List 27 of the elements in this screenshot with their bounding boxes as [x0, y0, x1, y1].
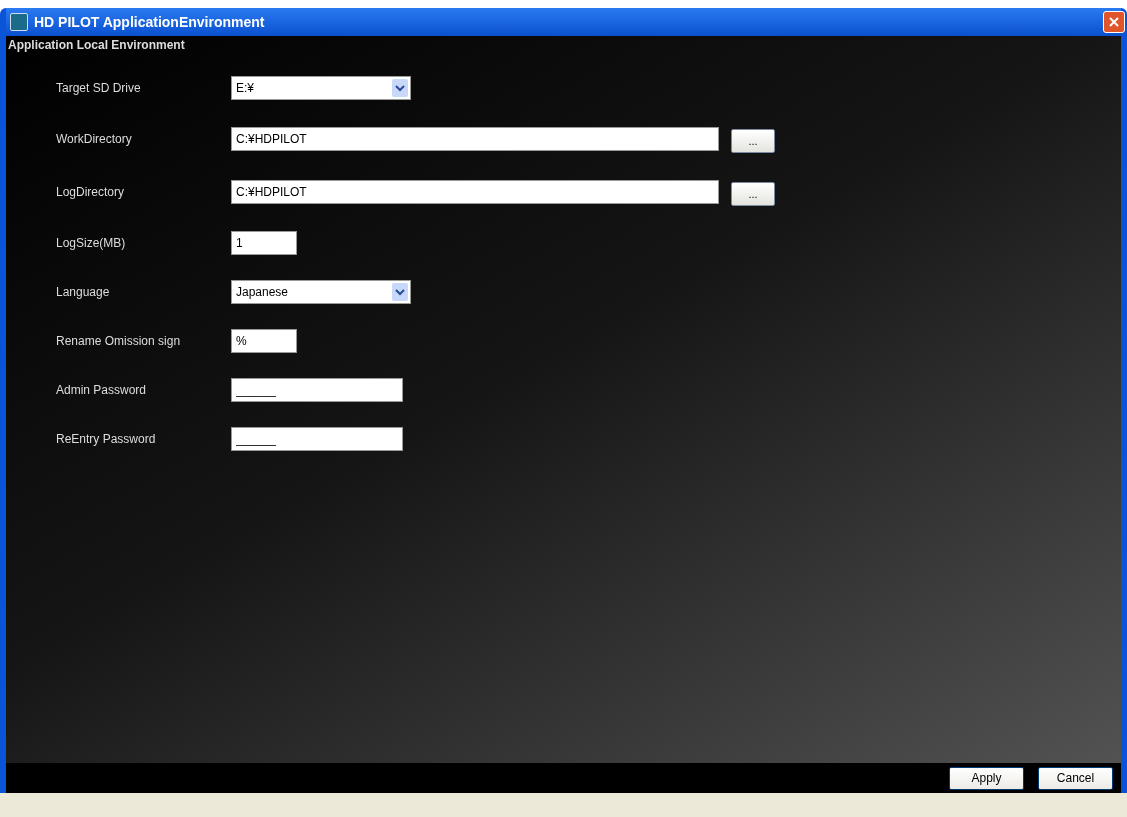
window-title: HD PILOT ApplicationEnvironment	[34, 14, 266, 30]
section-title: Application Local Environment	[7, 37, 186, 54]
field-label: ReEntry Password	[56, 432, 157, 446]
field-label: Admin Password	[56, 383, 148, 397]
password-field[interactable]: ______	[231, 378, 403, 402]
browse-button[interactable]: ...	[731, 182, 775, 206]
field-label: Target SD Drive	[56, 81, 142, 95]
dropdown[interactable]: E:¥	[231, 76, 411, 100]
app-icon	[10, 13, 28, 31]
input-field[interactable]: C:¥HDPILOT	[231, 180, 719, 204]
dialog-button[interactable]: Apply	[949, 766, 1024, 790]
input-field[interactable]: 1	[231, 231, 297, 255]
field-label: Language	[56, 285, 111, 299]
field-label: LogDirectory	[56, 185, 126, 199]
field-label: WorkDirectory	[56, 132, 133, 146]
dropdown[interactable]: Japanese	[231, 280, 411, 304]
close-button[interactable]	[1103, 11, 1125, 33]
dialog-button[interactable]: Cancel	[1038, 766, 1113, 790]
chevron-down-icon	[392, 79, 408, 97]
close-icon	[1108, 16, 1120, 28]
browse-button[interactable]: ...	[731, 129, 775, 153]
input-field[interactable]: C:¥HDPILOT	[231, 127, 719, 151]
field-label: LogSize(MB)	[56, 236, 127, 250]
input-field[interactable]: %	[231, 329, 297, 353]
field-label: Rename Omission sign	[56, 334, 182, 348]
password-field[interactable]: ______	[231, 427, 403, 451]
chevron-down-icon	[392, 283, 408, 301]
